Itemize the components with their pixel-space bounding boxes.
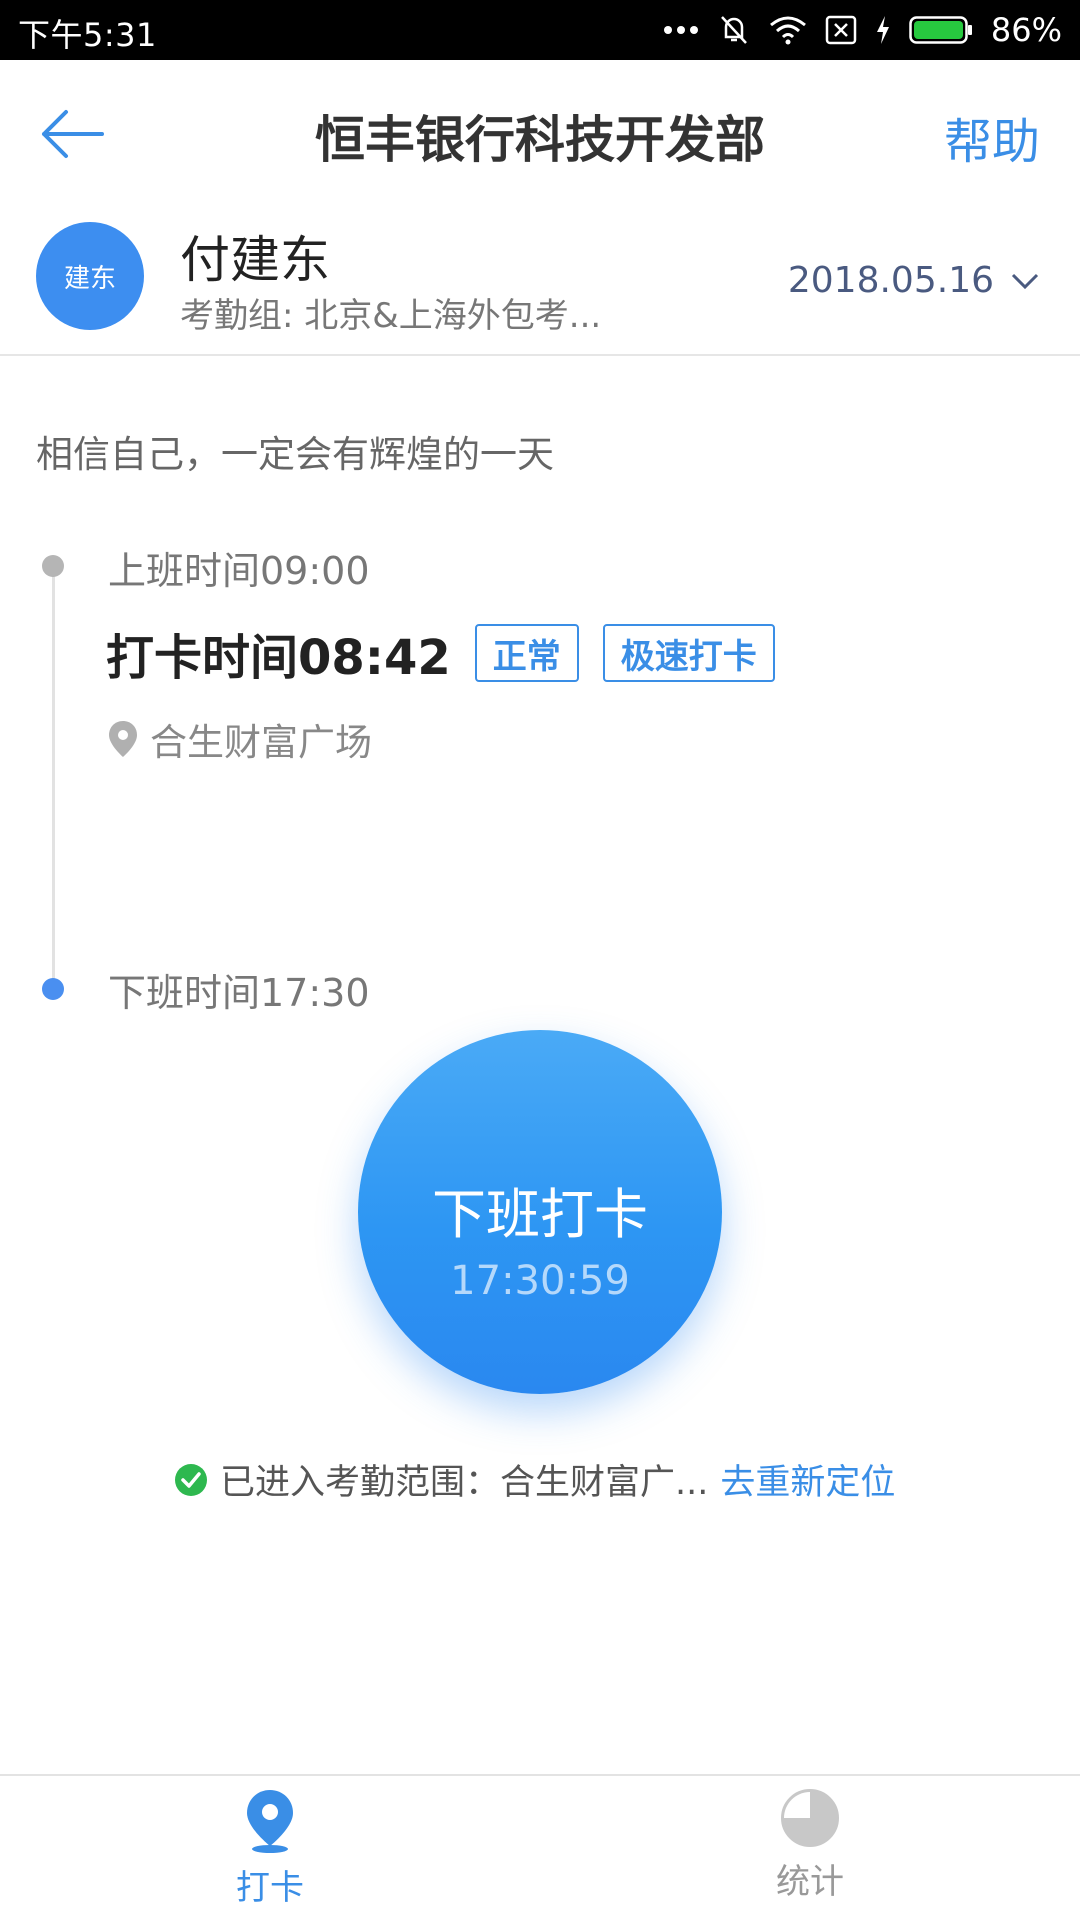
range-notice: 已进入考勤范围：合生财富广... 去重新定位 (174, 1454, 895, 1505)
nav-item-stats[interactable]: 统计 (710, 1788, 910, 1918)
help-button[interactable]: 帮助 (944, 102, 1040, 172)
status-badge-fast-clockin: 极速打卡 (602, 624, 775, 682)
charging-icon (876, 16, 889, 44)
battery-icon (909, 16, 972, 44)
nav-item-clockin[interactable]: 打卡 (170, 1788, 370, 1918)
clockout-button[interactable]: 下班打卡 17:30:59 (358, 1030, 722, 1394)
avatar: 建东 (36, 222, 144, 330)
user-info: 建东 付建东 考勤组: 北京&上海外包考... 2018.05.16 (0, 208, 1080, 356)
page-title: 恒丰银行科技开发部 (315, 111, 765, 169)
pie-chart-icon (781, 1789, 839, 1847)
dots-icon (663, 26, 698, 34)
status-badge-normal: 正常 (474, 624, 579, 682)
status-time: 下午5:31 (18, 16, 157, 54)
chevron-down-icon (1011, 273, 1039, 289)
nav-label-clockin: 打卡 (236, 1868, 304, 1908)
timeline-line (52, 566, 55, 990)
mute-icon (720, 16, 747, 44)
location-pin-icon (109, 721, 137, 757)
work-start-time: 上班时间09:00 (108, 549, 370, 593)
sim-off-icon (825, 15, 857, 45)
nav-label-stats: 统计 (776, 1862, 844, 1902)
battery-percentage: 86% (990, 11, 1062, 49)
timeline-dot-start (42, 555, 64, 577)
clockin-record: 打卡时间08:42 正常 极速打卡 (106, 618, 775, 688)
status-bar: 下午5:31 86% (0, 0, 1080, 60)
check-circle-icon (175, 1463, 207, 1496)
user-name: 付建东 (180, 231, 330, 289)
date-value: 2018.05.16 (787, 260, 994, 301)
header: 恒丰银行科技开发部 帮助 (0, 60, 1080, 208)
work-end-time: 下班时间17:30 (108, 971, 370, 1015)
status-icons: 86% (663, 8, 1062, 52)
wifi-icon (769, 16, 806, 45)
clockin-time: 打卡时间08:42 (106, 630, 451, 686)
timeline-dot-end (42, 978, 64, 1000)
attendance-group: 考勤组: 北京&上海外包考... (180, 296, 602, 336)
range-text: 已进入考勤范围：合生财富广... (220, 1463, 709, 1503)
location-pin-icon (247, 1790, 293, 1853)
clockin-location: 合生财富广场 (108, 712, 372, 766)
relocate-link[interactable]: 去重新定位 (720, 1454, 895, 1505)
motto: 相信自己，一定会有辉煌的一天 (36, 433, 554, 476)
date-picker[interactable]: 2018.05.16 (788, 260, 1040, 301)
clockout-time: 17:30:59 (450, 1258, 630, 1304)
location-text: 合生财富广场 (150, 721, 372, 764)
bottom-nav: 打卡 统计 (0, 1774, 1080, 1920)
clockout-label: 下班打卡 (432, 1183, 648, 1246)
